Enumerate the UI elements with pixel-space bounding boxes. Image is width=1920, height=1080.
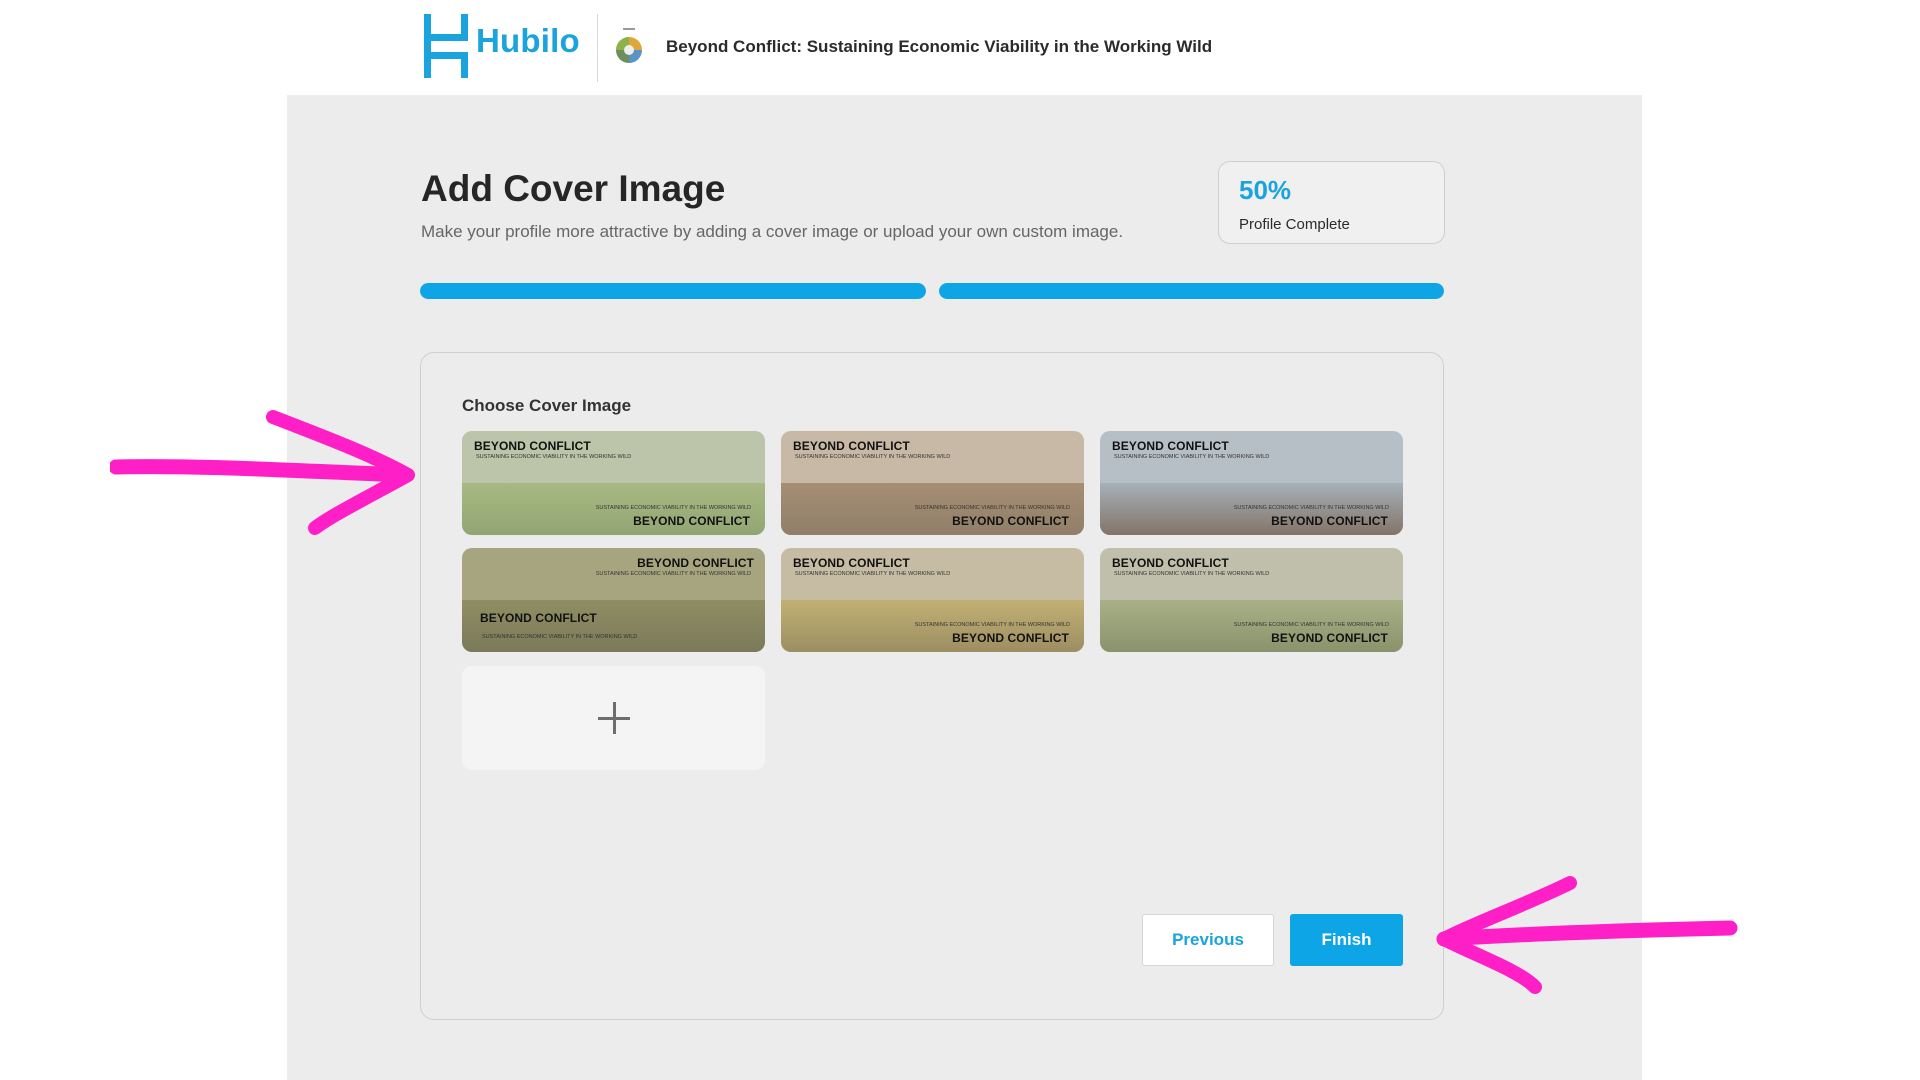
tile-subtitle-top: SUSTAINING ECONOMIC VIABILITY IN THE WOR…: [476, 454, 632, 460]
tile-subtitle-bottom: SUSTAINING ECONOMIC VIABILITY IN THE WOR…: [1233, 504, 1389, 511]
page: Hubilo Beyond Conflict: Sustaining Econo…: [0, 0, 1920, 1080]
tile-title-top: BEYOND CONFLICT: [1112, 439, 1229, 453]
tile-title-bottom: BEYOND CONFLICT: [952, 631, 1069, 645]
cover-image-4[interactable]: BEYOND CONFLICT SUSTAINING ECONOMIC VIABI…: [462, 548, 765, 652]
tile-title-bottom: BEYOND CONFLICT: [1271, 631, 1388, 645]
tile-title-top: BEYOND CONFLICT: [637, 556, 754, 570]
cover-image-5[interactable]: BEYOND CONFLICT SUSTAINING ECONOMIC VIABI…: [781, 548, 1084, 652]
tile-title-bottom: BEYOND CONFLICT: [633, 514, 750, 528]
brand-name: Hubilo: [476, 22, 580, 59]
tile-subtitle-top: SUSTAINING ECONOMIC VIABILITY IN THE WOR…: [795, 571, 951, 577]
tile-subtitle-top: SUSTAINING ECONOMIC VIABILITY IN THE WOR…: [1114, 571, 1270, 577]
step-progress-bar: [420, 283, 1444, 299]
profile-progress-badge: 50% Profile Complete: [1218, 161, 1445, 244]
step-fill-1: [420, 283, 926, 299]
step-fill-2: [938, 283, 1444, 299]
plus-icon: [597, 701, 631, 735]
tile-subtitle-bottom: SUSTAINING ECONOMIC VIABILITY IN THE WOR…: [1233, 621, 1389, 628]
tile-subtitle-top: SUSTAINING ECONOMIC VIABILITY IN THE WOR…: [595, 571, 751, 577]
tile-title-top: BEYOND CONFLICT: [793, 556, 910, 570]
tile-subtitle-bottom: SUSTAINING ECONOMIC VIABILITY IN THE WOR…: [595, 504, 751, 511]
tile-title-bottom: BEYOND CONFLICT: [480, 611, 597, 625]
progress-label: Profile Complete: [1239, 216, 1350, 233]
event-logo-icon: [616, 28, 642, 63]
tile-subtitle-bottom: SUSTAINING ECONOMIC VIABILITY IN THE WOR…: [482, 633, 638, 640]
annotation-arrow-left-icon: [110, 410, 415, 535]
tile-title-top: BEYOND CONFLICT: [474, 439, 591, 453]
event-title: Beyond Conflict: Sustaining Economic Via…: [666, 37, 1213, 56]
progress-percent: 50%: [1239, 175, 1292, 205]
tile-title-top: BEYOND CONFLICT: [1112, 556, 1229, 570]
cover-image-6[interactable]: BEYOND CONFLICT SUSTAINING ECONOMIC VIABI…: [1100, 548, 1403, 652]
cover-image-2[interactable]: BEYOND CONFLICT SUSTAINING ECONOMIC VIABI…: [781, 431, 1084, 535]
tile-title-bottom: BEYOND CONFLICT: [952, 514, 1069, 528]
annotation-arrow-right-icon: [1436, 876, 1738, 994]
header-divider: [597, 14, 598, 82]
step-segment-1: [420, 283, 926, 299]
tile-title-top: BEYOND CONFLICT: [793, 439, 910, 453]
finish-button[interactable]: Finish: [1290, 914, 1403, 966]
section-title: Choose Cover Image: [462, 396, 632, 415]
page-subtitle: Make your profile more attractive by add…: [421, 222, 1124, 241]
top-header: Hubilo Beyond Conflict: Sustaining Econo…: [0, 0, 1920, 95]
cover-image-3[interactable]: BEYOND CONFLICT SUSTAINING ECONOMIC VIABI…: [1100, 431, 1403, 535]
tile-subtitle-top: SUSTAINING ECONOMIC VIABILITY IN THE WOR…: [795, 454, 951, 460]
tile-title-bottom: BEYOND CONFLICT: [1271, 514, 1388, 528]
upload-cover-button[interactable]: [462, 666, 765, 770]
tile-subtitle-bottom: SUSTAINING ECONOMIC VIABILITY IN THE WOR…: [914, 504, 1070, 511]
cover-image-1[interactable]: BEYOND CONFLICT SUSTAINING ECONOMIC VIABI…: [462, 431, 765, 535]
tile-subtitle-top: SUSTAINING ECONOMIC VIABILITY IN THE WOR…: [1114, 454, 1270, 460]
hubilo-logo-icon: [424, 14, 468, 78]
cover-image-card: Choose Cover Image BEYOND CONFLICT SUSTAI…: [420, 352, 1444, 1020]
step-segment-2: [938, 283, 1444, 299]
page-title: Add Cover Image: [421, 168, 726, 209]
previous-button[interactable]: Previous: [1142, 914, 1274, 966]
tile-subtitle-bottom: SUSTAINING ECONOMIC VIABILITY IN THE WOR…: [914, 621, 1070, 628]
